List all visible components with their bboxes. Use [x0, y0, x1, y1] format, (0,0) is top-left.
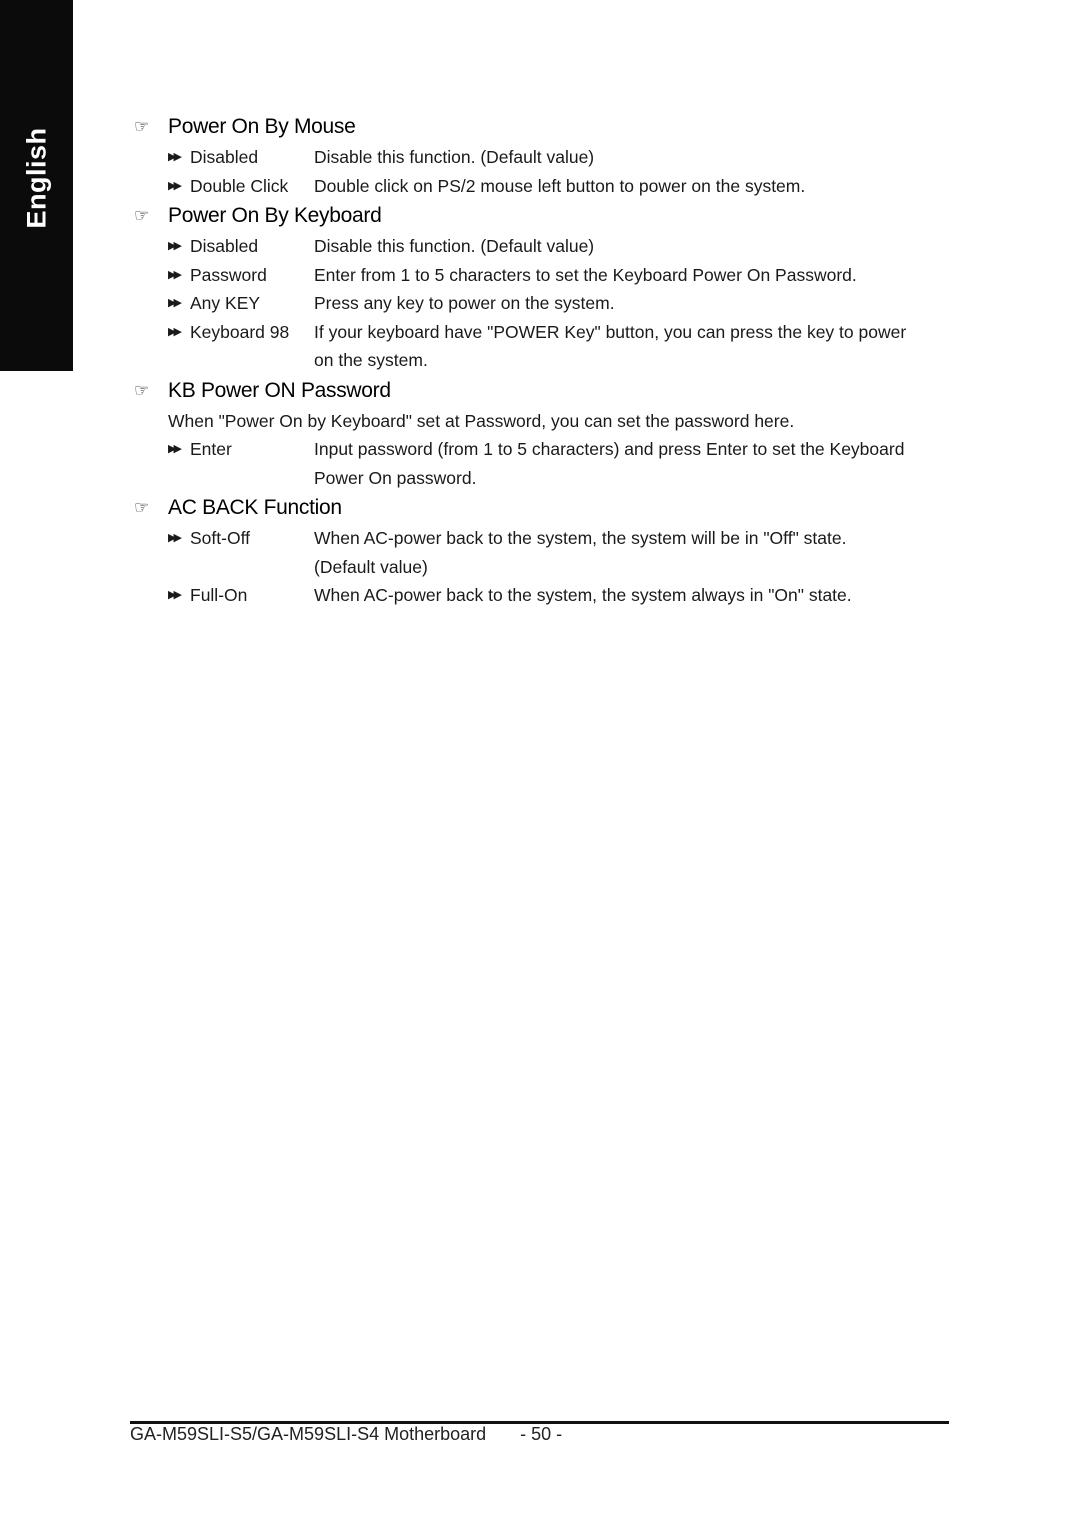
section-title: Power On By Mouse	[168, 115, 356, 138]
footer-model: GA-M59SLI-S5/GA-M59SLI-S4 Motherboard	[130, 1424, 487, 1444]
double-arrow-icon: ▶▶	[168, 179, 182, 192]
pointing-hand-icon: ☞	[134, 117, 150, 136]
language-side-tab: English	[0, 0, 73, 371]
option-desc-continued: on the system.	[314, 350, 428, 370]
double-arrow-icon: ▶▶	[168, 443, 182, 455]
double-arrow-icon: ▶▶	[168, 297, 182, 309]
option-desc: Enter from 1 to 5 characters to set the …	[314, 264, 857, 285]
option-desc: If your keyboard have "POWER Key" button…	[314, 321, 907, 342]
option-row: ▶▶ Disabled Disable this function. (Defau…	[134, 143, 964, 172]
section-power-on-by-keyboard: ☞ Power On By Keyboard ▶▶ Disabled Disabl…	[134, 200, 964, 375]
option-desc: Disable this function. (Default value)	[314, 147, 595, 167]
double-arrow-icon: ▶▶	[168, 240, 182, 252]
option-row: ▶▶ Enter Input password (from 1 to 5 char…	[134, 435, 964, 492]
section-ac-back-function: ☞ AC BACK Function ▶▶ Soft-Off When AC-po…	[134, 492, 964, 610]
double-arrow-icon: ▶▶	[168, 268, 182, 281]
pointing-hand-icon: ☞	[134, 380, 150, 400]
option-desc: Disable this function. (Default value)	[314, 236, 595, 256]
option-desc-continued: (Default value)	[314, 556, 428, 577]
option-name: Any KEY	[190, 293, 261, 313]
section-title: Power On By Keyboard	[168, 204, 382, 227]
section-note: When "Power On by Keyboard" set at Passw…	[168, 410, 795, 431]
section-heading: ☞ Power On By Mouse	[134, 111, 964, 143]
pointing-hand-icon: ☞	[134, 498, 150, 517]
page-number: - 50 -	[520, 1424, 563, 1444]
language-label: English	[21, 127, 52, 229]
option-desc: Press any key to power on the system.	[314, 293, 615, 313]
double-arrow-icon: ▶▶	[168, 589, 182, 601]
option-row: ▶▶ Double Click Double click on PS/2 mous…	[134, 172, 964, 201]
option-desc: When AC-power back to the system, the sy…	[314, 585, 852, 605]
section-title: KB Power ON Password	[168, 378, 391, 402]
option-name: Disabled	[190, 147, 259, 167]
option-name: Full-On	[190, 585, 248, 605]
double-arrow-icon: ▶▶	[168, 325, 182, 338]
option-desc-continued: Power On password.	[314, 467, 477, 488]
option-name: Disabled	[190, 236, 259, 256]
option-name: Soft-Off	[190, 528, 250, 548]
option-desc: When AC-power back to the system, the sy…	[314, 528, 847, 548]
page-content: ☞ Power On By Mouse ▶▶ Disabled Disable t…	[134, 111, 964, 610]
option-desc: Input password (from 1 to 5 characters) …	[314, 439, 905, 459]
section-heading: ☞ Power On By Keyboard	[134, 200, 964, 232]
option-row: ▶▶ Keyboard 98 If your keyboard have "POW…	[134, 318, 964, 375]
option-name: Password	[190, 264, 267, 285]
option-name: Keyboard 98	[190, 321, 290, 342]
option-row: ▶▶ Disabled Disable this function. (Defau…	[134, 232, 964, 261]
section-heading: ☞ AC BACK Function	[134, 492, 964, 524]
option-row: ▶▶ Password Enter from 1 to 5 characters …	[134, 261, 964, 290]
section-kb-power-on-password: ☞ KB Power ON Password When "Power On by…	[134, 375, 964, 493]
option-name: Enter	[190, 439, 232, 459]
section-title: AC BACK Function	[168, 496, 342, 519]
page-footer: GA-M59SLI-S5/GA-M59SLI-S4 Motherboard - …	[130, 1424, 562, 1445]
pointing-hand-icon: ☞	[134, 206, 150, 225]
section-power-on-by-mouse: ☞ Power On By Mouse ▶▶ Disabled Disable t…	[134, 111, 964, 200]
option-row: ▶▶ Full-On When AC-power back to the syst…	[134, 581, 964, 610]
option-desc: Double click on PS/2 mouse left button t…	[314, 175, 806, 196]
option-name: Double Click	[190, 175, 289, 196]
option-row: ▶▶ Soft-Off When AC-power back to the sys…	[134, 524, 964, 581]
double-arrow-icon: ▶▶	[168, 532, 182, 544]
double-arrow-icon: ▶▶	[168, 151, 182, 163]
option-row: ▶▶ Any KEY Press any key to power on the …	[134, 289, 964, 318]
section-heading: ☞ KB Power ON Password	[134, 375, 964, 407]
